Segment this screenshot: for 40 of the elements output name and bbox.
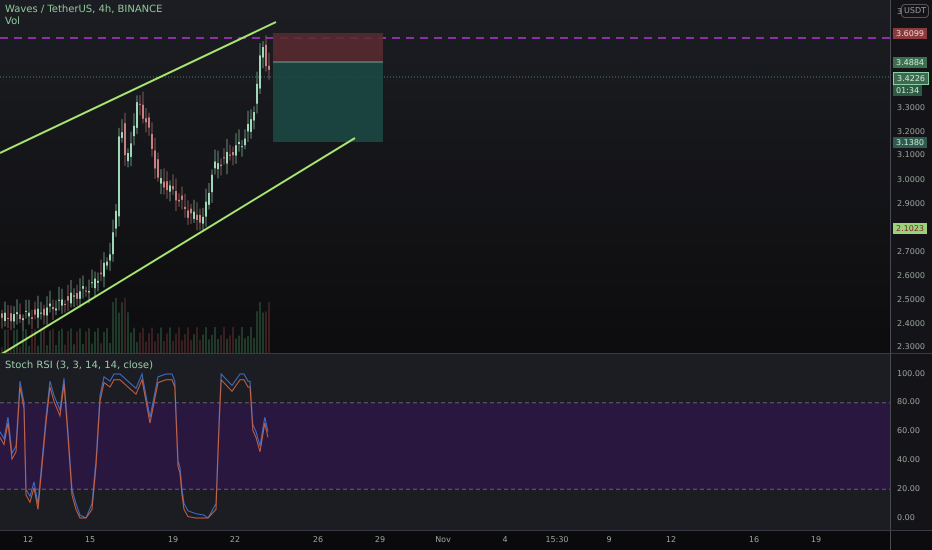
oscillator-tick-label: 20.00: [897, 484, 920, 494]
price-tick-label: 3.0000: [897, 175, 925, 185]
price-badge: 3.4226: [893, 72, 929, 85]
oscillator-tick-label: 0.00: [897, 513, 915, 523]
time-tick-label: Nov: [435, 535, 451, 545]
chart-title: Waves / TetherUS, 4h, BINANCE: [5, 4, 162, 16]
oscillator-tick-label: 80.00: [897, 397, 920, 407]
time-tick-label: 15: [84, 535, 96, 545]
price-badge: 01:34: [893, 85, 922, 96]
oscillator-tick-label: 60.00: [897, 426, 920, 436]
time-tick-label: 16: [748, 535, 760, 545]
price-tick-label: 3.3000: [897, 103, 925, 113]
volume-label: Vol: [5, 16, 21, 28]
time-tick-label: 29: [374, 535, 386, 545]
price-tick-label: 2.7000: [897, 247, 925, 257]
currency-label: USDT: [901, 4, 929, 18]
price-badge: 3.4884: [893, 57, 927, 68]
price-tick-label: 2.5000: [897, 295, 925, 305]
time-tick-label: 4: [502, 535, 508, 545]
price-badge: 2.1023: [893, 223, 927, 234]
time-tick-label: 15:30: [545, 535, 569, 545]
price-tick-label: 2.6000: [897, 271, 925, 281]
price-tick-label: 3.2000: [897, 127, 925, 137]
time-tick-label: 22: [230, 535, 240, 545]
price-tick-label: 3.1000: [897, 150, 925, 160]
price-tick-label: 3: [897, 7, 902, 17]
time-tick-label: 19: [168, 535, 178, 545]
time-tick-label: 26: [312, 535, 324, 545]
indicator-label: Stoch RSI (3, 3, 14, 14, close): [5, 359, 153, 373]
time-tick-label: 12: [22, 535, 34, 545]
price-badge: 3.6099: [893, 28, 927, 39]
time-tick-label: 12: [666, 535, 676, 545]
price-tick-label: 2.9000: [897, 199, 925, 209]
time-tick-label: 19: [810, 535, 822, 545]
time-tick-label: 9: [606, 535, 612, 545]
price-tick-label: 2.3000: [897, 342, 925, 352]
price-tick-label: 2.4000: [897, 319, 925, 329]
oscillator-tick-label: 40.00: [897, 455, 920, 465]
price-badge: 3.1380: [893, 137, 927, 148]
oscillator-tick-label: 100.00: [897, 369, 925, 379]
